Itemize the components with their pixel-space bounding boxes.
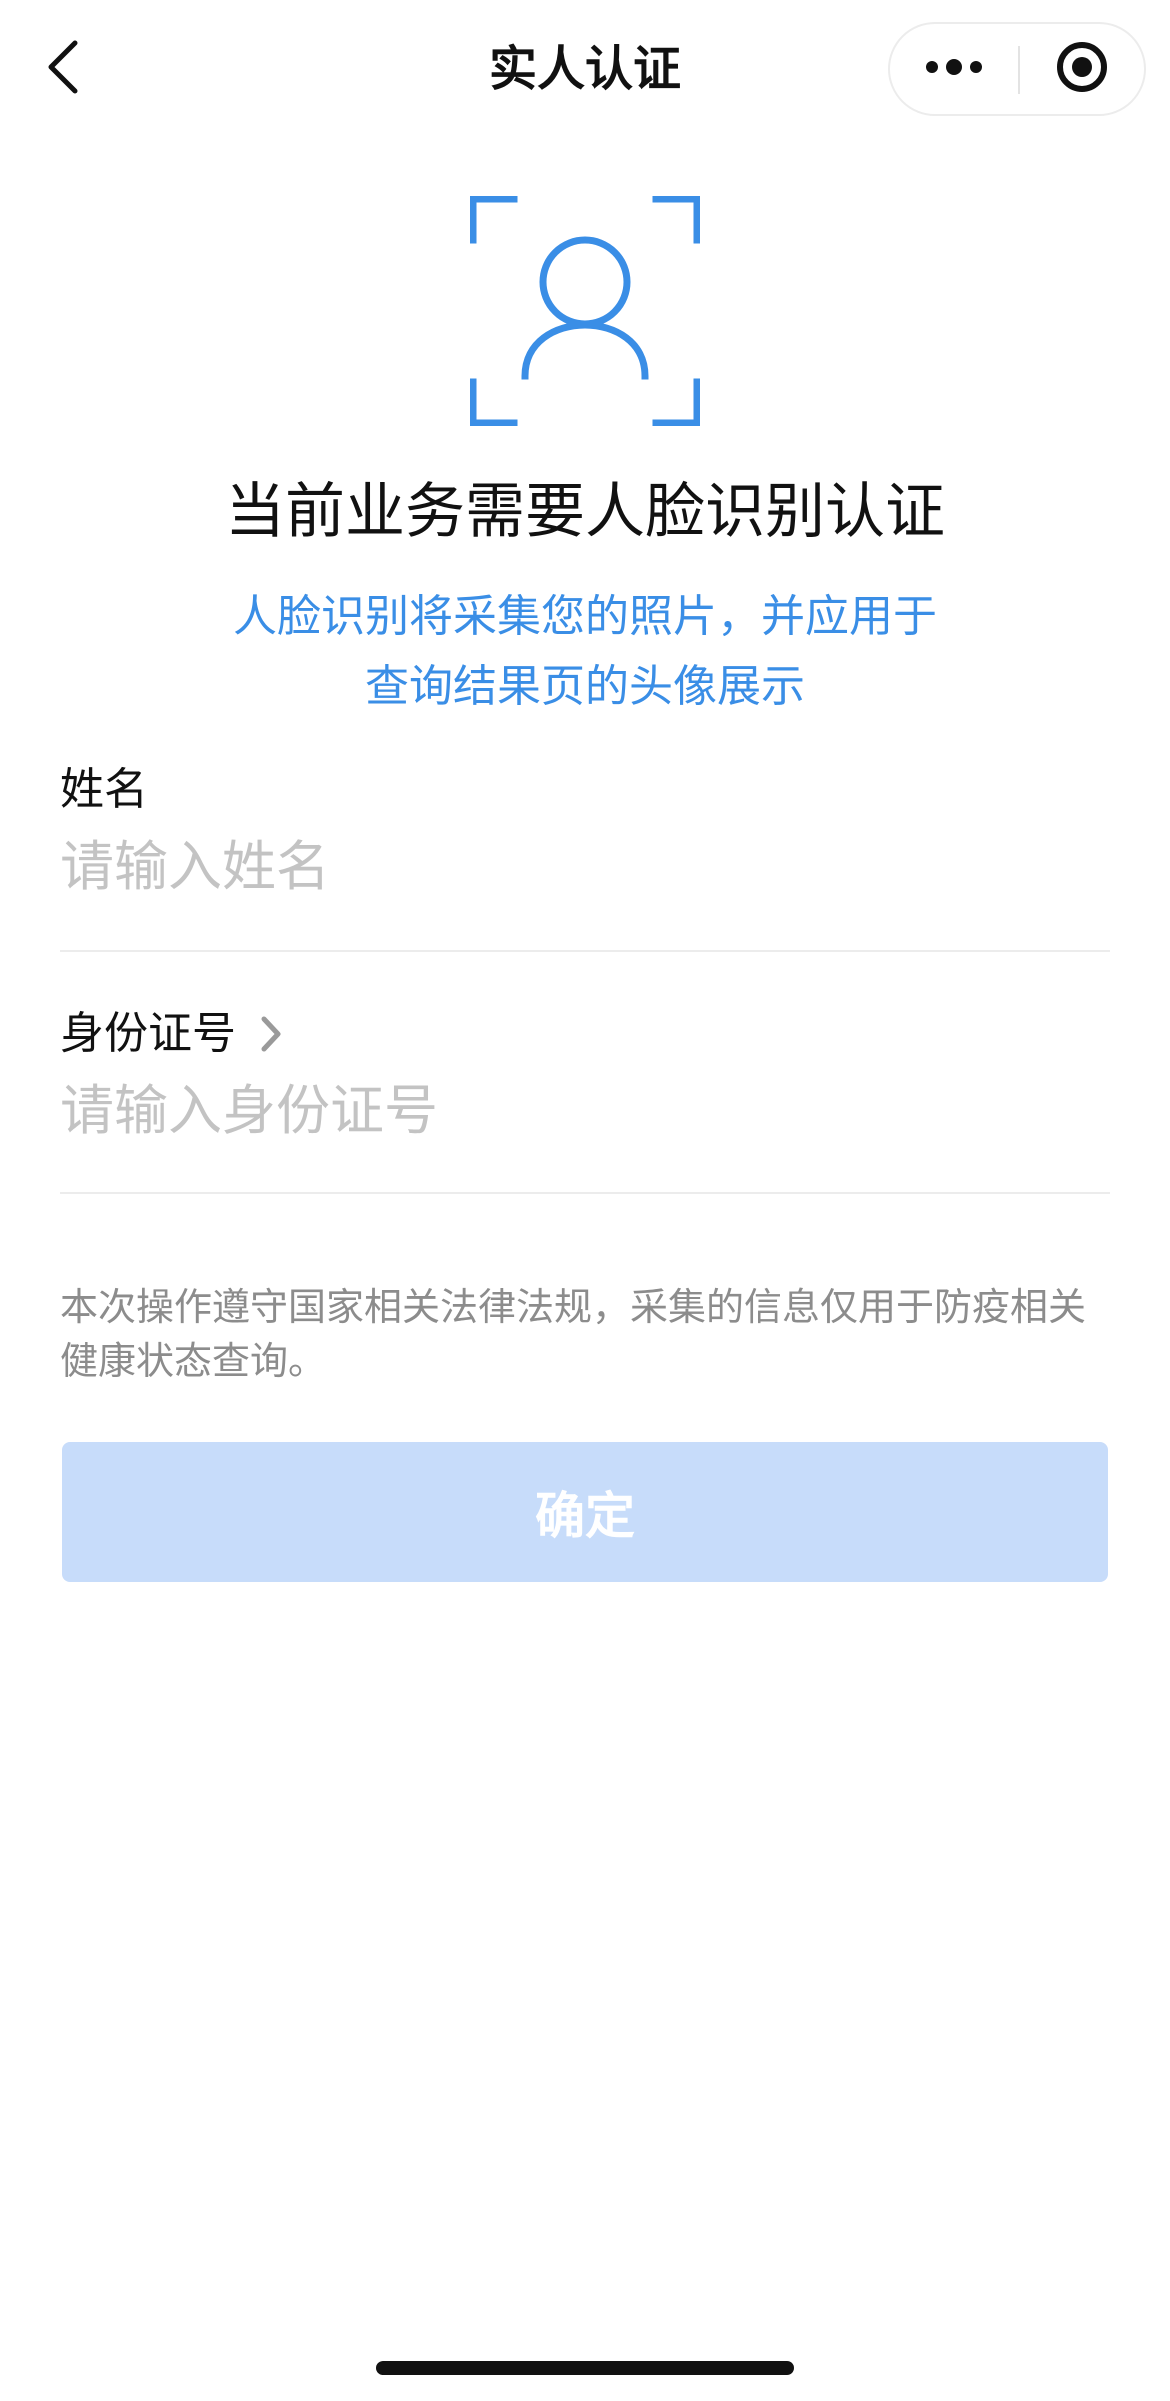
- face-recognition-notice: 人脸识别将采集您的照片，并应用于 查询结果页的头像展示: [200, 582, 970, 722]
- more-dots-icon: [924, 57, 984, 81]
- headline: 当前业务需要人脸识别认证: [225, 477, 945, 547]
- id-number-input[interactable]: [60, 1070, 1110, 1150]
- target-circle-icon: [1055, 40, 1109, 98]
- home-indicator: [376, 2361, 794, 2375]
- name-input[interactable]: [60, 826, 1110, 906]
- confirm-button[interactable]: 确定: [62, 1442, 1108, 1582]
- mini-program-capsule: [888, 22, 1146, 116]
- close-miniprogram-button[interactable]: [1020, 24, 1144, 114]
- name-label-text: 姓名: [60, 764, 148, 815]
- id-number-label: 身份证号: [60, 1004, 282, 1064]
- chevron-right-icon[interactable]: [260, 1015, 282, 1053]
- id-number-divider: [60, 1192, 1110, 1194]
- name-label: 姓名: [60, 760, 148, 820]
- name-divider: [60, 950, 1110, 952]
- more-button[interactable]: [890, 24, 1018, 114]
- legal-notice: 本次操作遵守国家相关法律法规，采集的信息仅用于防疫相关健康状态查询。: [60, 1285, 1087, 1383]
- subtext-line-1: 人脸识别将采集您的照片，并应用于: [233, 591, 937, 642]
- id-number-label-text: 身份证号: [60, 1008, 236, 1059]
- face-scan-icon: [469, 195, 701, 427]
- subtext-line-2: 查询结果页的头像展示: [365, 661, 805, 712]
